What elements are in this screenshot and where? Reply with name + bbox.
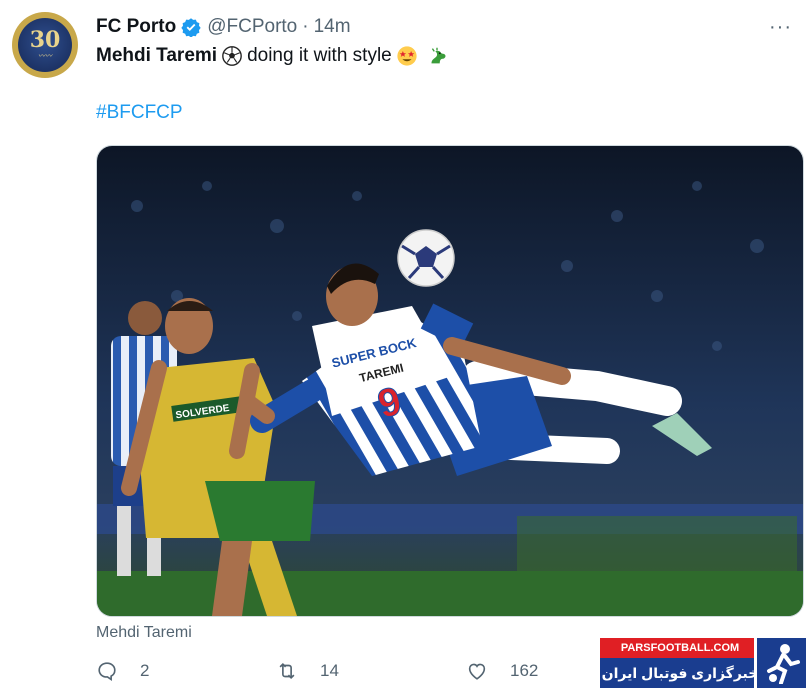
verified-badge-icon [181,18,201,37]
tweet-image[interactable]: SOLVERDE SUPER BOCK TAREMI 9 [96,145,804,617]
watermark-logo-icon [754,638,806,688]
watermark-tagline: خبرگزاری فوتبال ایران [600,658,760,688]
hashtag-link[interactable]: #BFCFCP [96,102,183,124]
like-count: 162 [510,661,539,680]
football-photo: SOLVERDE SUPER BOCK TAREMI 9 [97,146,803,616]
like-button[interactable]: 162 [466,660,538,682]
dragon-icon [431,47,446,64]
author-handle[interactable]: @FCPorto [207,16,297,38]
tweet-text-bold: Mehdi Taremi [96,45,218,66]
tweet-text-rest: doing it with style [247,45,392,66]
avatar[interactable]: 30 〰〰 [12,12,78,78]
avatar-text: 30 [29,27,61,53]
tweet-text: Mehdi Taremi doing it with style [96,45,452,67]
watermark-site: PARSFOOTBALL.COM [600,638,760,658]
reply-icon [98,662,116,681]
image-caption: Mehdi Taremi [96,624,192,641]
avatar-badge: 30 〰〰 [18,18,72,72]
retweet-count: 14 [320,661,339,680]
retweet-button[interactable]: 14 [276,660,339,682]
reply-button[interactable]: 2 [96,660,149,682]
soccer-ball-icon [222,46,242,66]
more-icon[interactable]: ··· [769,16,792,39]
reply-count: 2 [140,661,150,680]
timestamp[interactable]: 14m [314,16,351,38]
tweet-header: FC Porto @FCPorto · 14m [96,14,351,40]
star-struck-icon [397,46,417,66]
separator: · [302,16,309,37]
football [397,229,455,287]
author-name[interactable]: FC Porto [96,16,176,38]
heart-icon [468,663,486,680]
parsfootball-watermark: PARSFOOTBALL.COM خبرگزاری فوتبال ایران [600,638,806,692]
retweet-icon [279,662,295,680]
avatar-subtext: 〰〰 [38,53,52,60]
